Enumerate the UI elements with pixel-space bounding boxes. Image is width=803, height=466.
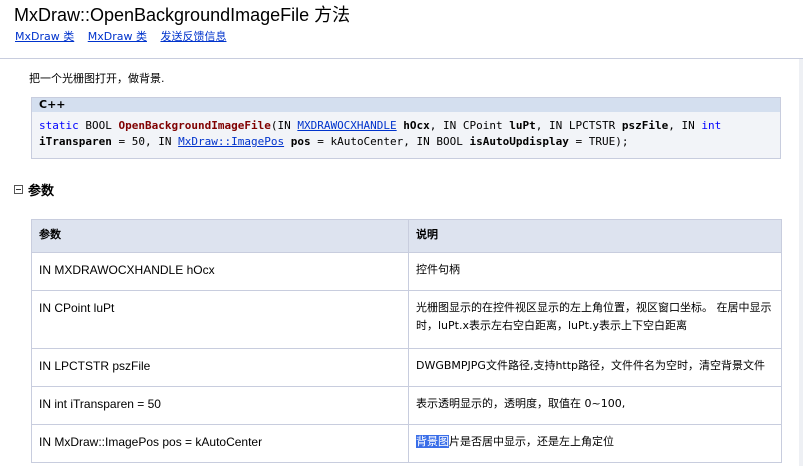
class-link-1[interactable]: MxDraw 类 [15,30,74,43]
header-links: MxDraw 类 MxDraw 类 发送反馈信息 [15,28,236,44]
method-summary: 把一个光栅图打开，做背景. [29,72,165,85]
code-default: = TRUE); [575,135,629,148]
param-name: IN int iTransparen = 50 [31,386,409,425]
code-default: = kAutoCenter, [317,135,410,148]
scrollbar-edge[interactable] [799,59,803,466]
class-link-2[interactable]: MxDraw 类 [88,30,147,43]
code-in: IN [681,119,695,132]
code-in: IN [416,135,430,148]
page-header: MxDraw::OpenBackgroundImageFile 方法 MxDra… [0,0,803,58]
selected-text-highlight[interactable]: 背景图 [416,435,449,448]
code-in: IN [158,135,172,148]
code-in: IN [549,119,563,132]
code-function-name: OpenBackgroundImageFile [118,119,271,132]
param-desc: 控件句柄 [408,252,782,291]
table-header-row: 参数 说明 [31,219,782,253]
param-name: IN MxDraw::ImagePos pos = kAutoCenter [31,424,409,463]
table-row: IN int iTransparen = 50 表示透明显示的，透明度，取值在 … [31,386,782,425]
param-name: IN CPoint luPt [31,290,409,349]
parameters-table: 参数 说明 IN MXDRAWOCXHANDLE hOcx 控件句柄 IN CP… [31,219,782,463]
section-heading-label: 参数 [28,184,55,199]
code-param: iTransparen [39,135,112,148]
syntax-block: C++ static BOOL OpenBackgroundImageFile(… [31,97,781,159]
code-keyword: int [701,119,722,132]
table-row: IN MXDRAWOCXHANDLE hOcx 控件句柄 [31,252,782,291]
send-feedback-link[interactable]: 发送反馈信息 [160,30,226,43]
column-header-param: 参数 [31,219,409,253]
param-desc: 表示透明显示的，透明度，取值在 0~100, [408,386,782,425]
table-row: IN CPoint luPt 光栅图显示的在控件视区显示的左上角位置，视区窗口坐… [31,290,782,349]
type-link-imagepos[interactable]: MxDraw::ImagePos [178,135,284,148]
code-type: CPoint [462,119,503,132]
code-param: pszFile [621,119,669,132]
syntax-code: static BOOL OpenBackgroundImageFile(IN M… [39,119,722,148]
param-name: IN MXDRAWOCXHANDLE hOcx [31,252,409,291]
code-in: IN [443,119,457,132]
param-desc-rest: 片是否居中显示，还是左上角定位 [449,435,614,448]
collapse-minus-icon[interactable] [14,185,23,194]
code-type: LPCTSTR [568,119,616,132]
code-param: isAutoUpdisplay [469,135,569,148]
code-type: BOOL [85,119,112,132]
param-desc: 背景图片是否居中显示，还是左上角定位 [408,424,782,463]
table-row: IN LPCTSTR pszFile DWGBMPJPG文件路径,支持http路… [31,348,782,387]
code-keyword: static [39,119,79,132]
page-title: MxDraw::OpenBackgroundImageFile 方法 [14,5,351,25]
code-type: BOOL [436,135,463,148]
code-param: pos [290,135,311,148]
table-row: IN MxDraw::ImagePos pos = kAutoCenter 背景… [31,424,782,463]
syntax-language-label: C++ [32,98,780,112]
column-header-desc: 说明 [408,219,782,253]
section-heading-params[interactable]: 参数 [14,180,54,199]
code-default: = 50, [118,135,152,148]
content-area: 把一个光栅图打开，做背景. C++ static BOOL OpenBackgr… [0,58,803,466]
code-in: IN [277,119,291,132]
param-desc: 光栅图显示的在控件视区显示的左上角位置，视区窗口坐标。 在居中显示时，luPt.… [408,290,782,349]
param-name: IN LPCTSTR pszFile [31,348,409,387]
type-link-mxdrawocxhandle[interactable]: MXDRAWOCXHANDLE [297,119,396,132]
param-desc: DWGBMPJPG文件路径,支持http路径，文件件名为空时，清空背景文件 [408,348,782,387]
code-param: hOcx [403,119,430,132]
code-param: luPt [509,119,536,132]
